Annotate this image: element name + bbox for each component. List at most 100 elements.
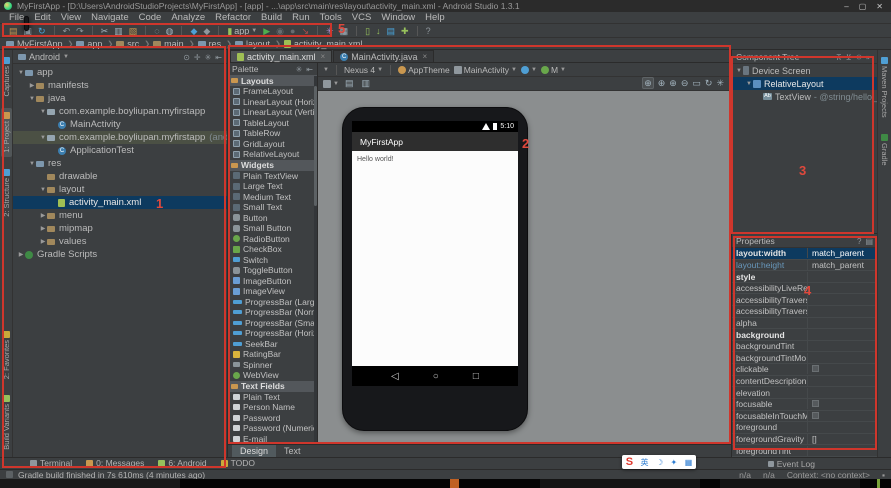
palette-item-large-text[interactable]: Large Text: [228, 181, 317, 192]
zoom-control-icon-4[interactable]: ▭: [692, 78, 701, 88]
property-row-elevation[interactable]: elevation: [732, 387, 877, 399]
palette-item-plain-text[interactable]: Plain Text: [228, 392, 317, 403]
menu-tools[interactable]: Tools: [315, 12, 347, 23]
close-button[interactable]: ✕: [876, 2, 883, 11]
run-config-icon[interactable]: ▮app▼: [227, 26, 257, 36]
palette-item-progressbar-large[interactable]: ProgressBar (Large): [228, 297, 317, 308]
breadcrumb-src[interactable]: src: [116, 39, 139, 49]
android-monitor-icon[interactable]: ▤: [387, 26, 396, 36]
replace-icon[interactable]: ◍: [166, 26, 174, 36]
tool-window-button-maven-projects[interactable]: Maven Projects: [879, 53, 890, 122]
menu-code[interactable]: Code: [134, 12, 167, 23]
expanded-arrow-icon[interactable]: ▼: [39, 135, 47, 141]
palette-item-progressbar-horizo[interactable]: ProgressBar (Horizo: [228, 328, 317, 339]
breadcrumb-myfirstapp[interactable]: MyFirstApp: [6, 39, 63, 49]
project-view-selector[interactable]: Android: [29, 52, 60, 62]
palette-section-layouts[interactable]: Layouts: [228, 75, 317, 86]
palette-item-webview[interactable]: WebView: [228, 370, 317, 381]
menu-edit[interactable]: Edit: [29, 12, 55, 23]
locale-selector[interactable]: ▼: [521, 66, 537, 74]
breadcrumb-app[interactable]: app: [76, 39, 102, 49]
event-log-button[interactable]: Event Log: [768, 459, 815, 469]
avd-manager-icon[interactable]: ▯: [365, 26, 370, 36]
palette-item-tablelayout[interactable]: TableLayout: [228, 118, 317, 129]
tree-item-res[interactable]: ▼res: [13, 157, 227, 170]
breadcrumb-activity-main-xml[interactable]: activity_main.xml: [284, 39, 363, 49]
menu-vcs[interactable]: VCS: [347, 12, 377, 23]
property-row-style[interactable]: style: [732, 271, 877, 283]
property-row-backgroundtintmo[interactable]: backgroundTintMo: [732, 352, 877, 364]
close-icon[interactable]: ×: [423, 52, 428, 61]
tree-item-mainactivity[interactable]: CMainActivity: [13, 118, 227, 131]
gradle-sync-icon[interactable]: ✚: [401, 26, 409, 36]
copy-icon[interactable]: ▥: [114, 26, 123, 36]
palette-item-switch[interactable]: Switch: [228, 255, 317, 266]
property-row-focusableintouchm[interactable]: focusableInTouchM: [732, 411, 877, 423]
stop-icon[interactable]: ●: [290, 26, 295, 36]
expanded-arrow-icon[interactable]: ▼: [28, 161, 36, 167]
tool-window-button-2-structure[interactable]: 2: Structure: [1, 165, 12, 221]
component-tree-header-icon-2[interactable]: ✳: [856, 53, 863, 62]
palette-item-gridlayout[interactable]: GridLayout: [228, 139, 317, 150]
palette-item-password[interactable]: Password: [228, 413, 317, 424]
windows-taskbar[interactable]: [0, 479, 891, 488]
property-row-contentdescription[interactable]: contentDescription: [732, 376, 877, 388]
collapsed-arrow-icon[interactable]: ▶: [28, 82, 36, 89]
tool-window-button-captures[interactable]: Captures: [1, 53, 12, 100]
redo-icon[interactable]: ↷: [76, 26, 84, 36]
zoom-control-icon-6[interactable]: ✳: [716, 78, 724, 88]
ime-item-0[interactable]: S: [626, 456, 633, 468]
tree-item-com-example-boyliupan-myfirstapp[interactable]: ▼com.example.boyliupan.myfirstapp(androi…: [13, 131, 227, 144]
property-row-background[interactable]: background: [732, 329, 877, 341]
design-canvas[interactable]: 5:10 MyFirstApp Hello world! ◁ ○ □: [318, 91, 731, 444]
orientation-selector[interactable]: ▼: [323, 67, 329, 73]
project-structure-icon[interactable]: ▦: [340, 26, 349, 36]
palette-section-text-fields[interactable]: Text Fields: [228, 381, 317, 392]
help-icon[interactable]: ?: [426, 26, 431, 36]
close-icon[interactable]: ×: [321, 52, 326, 61]
tool-window-button-2-favorites[interactable]: 2: Favorites: [1, 327, 12, 383]
expanded-arrow-icon[interactable]: ▼: [28, 96, 36, 102]
palette-item-progressbar-norma[interactable]: ProgressBar (Norma: [228, 307, 317, 318]
palette-item-tablerow[interactable]: TableRow: [228, 128, 317, 139]
breadcrumb-main[interactable]: main: [153, 39, 184, 49]
tool-button-todo[interactable]: TODO: [221, 458, 255, 468]
menu-help[interactable]: Help: [420, 12, 450, 23]
palette-item-imageview[interactable]: ImageView: [228, 286, 317, 297]
cut-icon[interactable]: ✂: [101, 26, 109, 36]
tree-item-drawable[interactable]: drawable: [13, 170, 227, 183]
minimize-button[interactable]: –: [844, 2, 848, 11]
editor-tab-activity-main-xml[interactable]: activity_main.xml×: [230, 50, 332, 62]
palette-item-radiobutton[interactable]: RadioButton: [228, 234, 317, 245]
palette-item-e-mail[interactable]: E-mail: [228, 434, 317, 445]
tool-window-button-gradle[interactable]: Gradle: [879, 130, 890, 170]
checkbox-unchecked-icon[interactable]: [812, 400, 819, 407]
mode-tab-design[interactable]: Design: [232, 445, 276, 457]
tool-button-0-messages[interactable]: 0: Messages: [86, 458, 144, 468]
tool-button-terminal[interactable]: Terminal: [30, 458, 72, 468]
palette-item-person-name[interactable]: Person Name: [228, 402, 317, 413]
checkbox-unchecked-icon[interactable]: [812, 365, 819, 372]
palette-item-progressbar-small[interactable]: ProgressBar (Small): [228, 318, 317, 329]
run-icon[interactable]: ▶: [263, 26, 270, 36]
breadcrumb-res[interactable]: res: [198, 39, 222, 49]
breadcrumb-layout[interactable]: layout: [235, 39, 270, 49]
zoom-control-icon-1[interactable]: ⊕: [658, 78, 666, 88]
palette-item-ratingbar[interactable]: RatingBar: [228, 349, 317, 360]
menu-refactor[interactable]: Refactor: [210, 12, 256, 23]
project-header-icon-3[interactable]: ⇤: [215, 53, 222, 62]
palette-scrollbar[interactable]: [314, 76, 317, 444]
property-row-layout-height[interactable]: layout:heightmatch_parent: [732, 260, 877, 272]
tree-item-values[interactable]: ▶values: [13, 235, 227, 248]
menu-analyze[interactable]: Analyze: [166, 12, 210, 23]
component-textview[interactable]: AbTextView- @string/hello_world: [732, 90, 877, 103]
forward-icon[interactable]: ◆: [203, 26, 210, 36]
properties-header-icon-1[interactable]: ▤: [865, 237, 873, 246]
tree-item-gradle-scripts[interactable]: ▶Gradle Scripts: [13, 248, 227, 261]
property-row-backgroundtint[interactable]: backgroundTint: [732, 341, 877, 353]
collapsed-arrow-icon[interactable]: ▶: [39, 225, 47, 232]
tree-item-menu[interactable]: ▶menu: [13, 209, 227, 222]
palette-header-icon-0[interactable]: ✳: [296, 65, 303, 74]
property-row-focusable[interactable]: focusable: [732, 399, 877, 411]
palette-header-icon-1[interactable]: ⇤: [306, 65, 313, 74]
